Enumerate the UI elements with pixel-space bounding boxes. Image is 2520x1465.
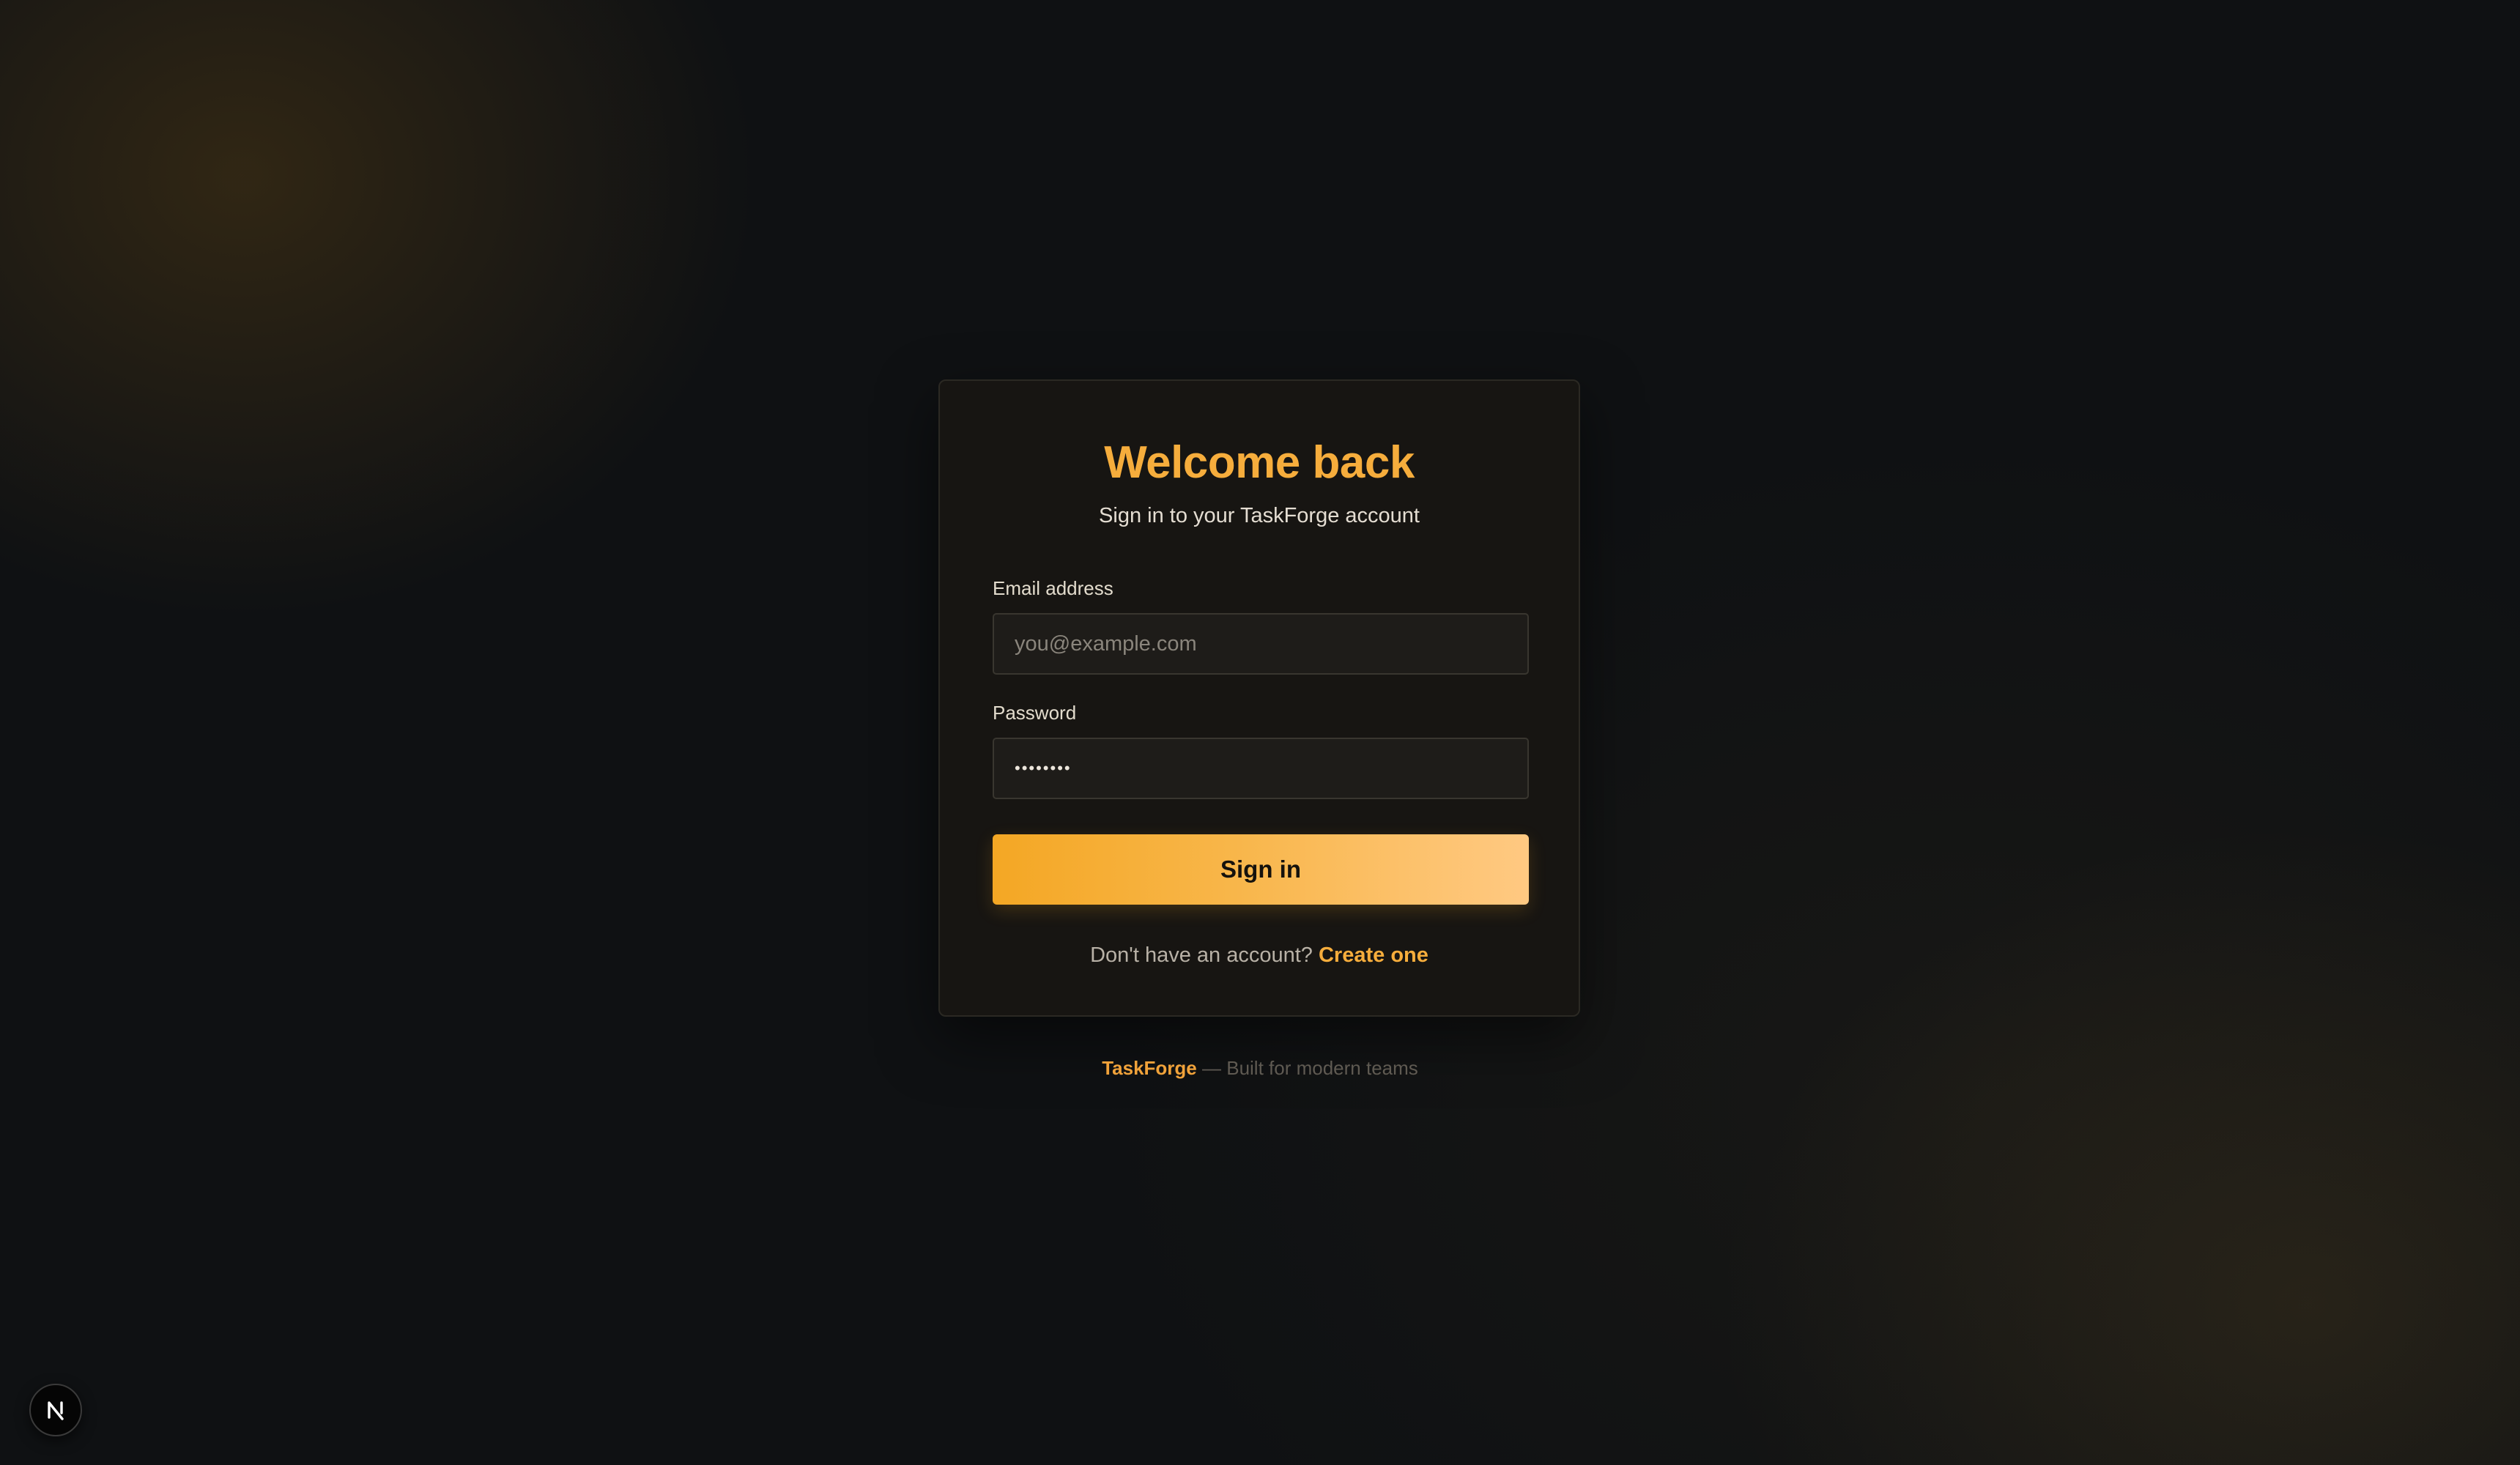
login-card: Welcome back Sign in to your TaskForge a… xyxy=(938,379,1580,1017)
footer-tagline: — Built for modern teams xyxy=(1202,1057,1418,1079)
footer-brand: TaskForge xyxy=(1102,1057,1197,1079)
email-field[interactable] xyxy=(993,613,1529,675)
create-account-link[interactable]: Create one xyxy=(1319,943,1428,967)
footer: TaskForge — Built for modern teams xyxy=(0,1057,2520,1080)
signup-prompt-text: Don't have an account? xyxy=(1090,943,1313,967)
sign-in-button[interactable]: Sign in xyxy=(993,834,1529,905)
password-label: Password xyxy=(993,702,1077,724)
page-title: Welcome back xyxy=(1104,437,1415,488)
login-page: Welcome back Sign in to your TaskForge a… xyxy=(0,0,2520,1465)
dev-tools-button[interactable] xyxy=(29,1384,82,1436)
email-label: Email address xyxy=(993,577,1113,599)
page-subtitle: Sign in to your TaskForge account xyxy=(1099,504,1420,527)
password-field[interactable] xyxy=(993,738,1529,799)
signup-prompt-line: Don't have an account? Create one xyxy=(940,943,1579,968)
nextjs-n-icon xyxy=(48,1401,64,1420)
